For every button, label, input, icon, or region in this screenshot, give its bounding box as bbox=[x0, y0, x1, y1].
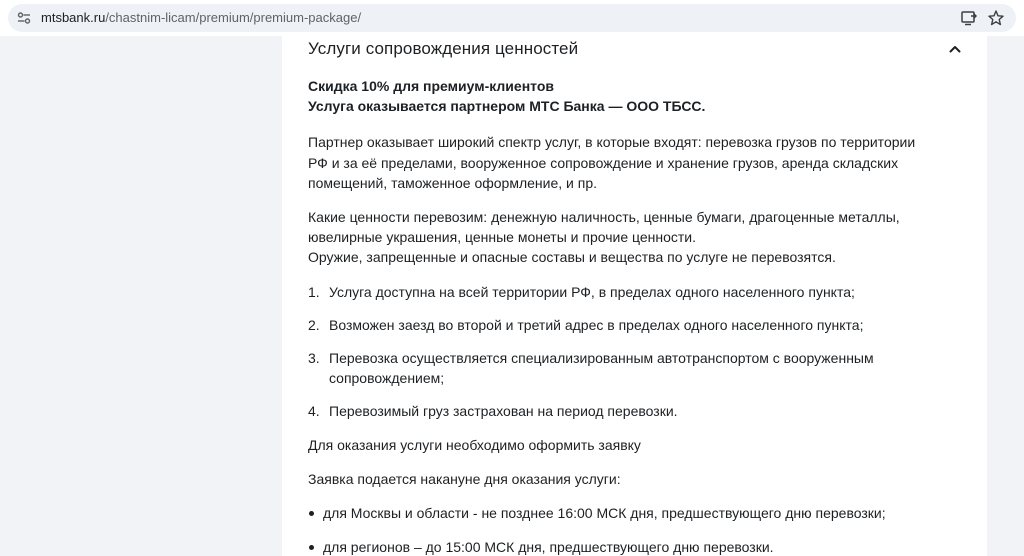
list-number: 3. bbox=[308, 350, 320, 367]
bullet-text: для Москвы и области - не позднее 16:00 … bbox=[323, 505, 886, 522]
accordion-content: Скидка 10% для премиум-клиентов Услуга о… bbox=[308, 76, 918, 556]
discount-line: Скидка 10% для премиум-клиентов bbox=[308, 78, 554, 94]
services-paragraph: Партнер оказывает широкий спектр услуг, … bbox=[308, 134, 916, 191]
conditions-list: 1. Услуга доступна на всей территории РФ,… bbox=[308, 282, 918, 422]
list-item: 2. Возможен заезд во второй и третий адре… bbox=[308, 315, 918, 335]
list-item: 4. Перевозимый груз застрахован на период… bbox=[308, 401, 918, 421]
application-note: Для оказания услуги необходимо оформить … bbox=[308, 436, 641, 453]
accordion-header[interactable]: Услуги сопровождения ценностей bbox=[308, 38, 963, 62]
bullet-dot bbox=[309, 545, 314, 551]
site-settings-icon[interactable] bbox=[16, 10, 32, 26]
bullet-text: для регионов – до 15:00 МСК дня, предшес… bbox=[323, 539, 774, 556]
chevron-up-icon[interactable] bbox=[947, 41, 963, 57]
bullet-item: для Москвы и области - не позднее 16:00 … bbox=[308, 503, 918, 523]
address-bar[interactable]: mtsbank.ru/chastnim-licam/premium/premiu… bbox=[8, 4, 1016, 32]
partner-line: Услуга оказывается партнером МТС Банка —… bbox=[308, 98, 706, 115]
list-text: Возможен заезд во второй и третий адрес … bbox=[329, 316, 864, 333]
browser-toolbar: mtsbank.ru/chastnim-licam/premium/premiu… bbox=[0, 0, 1024, 36]
url-text[interactable]: mtsbank.ru/chastnim-licam/premium/premiu… bbox=[41, 10, 361, 26]
bullet-item: для регионов – до 15:00 МСК дня, предшес… bbox=[308, 537, 918, 556]
section-title: Услуги сопровождения ценностей bbox=[308, 39, 579, 58]
list-number: 4. bbox=[308, 403, 320, 420]
services-accordion-card: Услуги сопровождения ценностей Скидка 10… bbox=[282, 36, 987, 556]
list-number: 2. bbox=[308, 316, 320, 333]
bullet-dot bbox=[309, 511, 314, 517]
list-text: Услуга доступна на всей территории РФ, в… bbox=[329, 283, 855, 300]
list-text: Перевозимый груз застрахован на период п… bbox=[329, 403, 678, 420]
restrictions-paragraph: Оружие, запрещенные и опасные составы и … bbox=[308, 249, 836, 266]
url-path: /chastnim-licam/premium/premium-package/ bbox=[105, 10, 362, 25]
url-host: mtsbank.ru bbox=[41, 10, 106, 25]
list-text: Перевозка осуществляется специализирован… bbox=[329, 350, 874, 387]
deadline-list: для Москвы и области - не позднее 16:00 … bbox=[308, 503, 918, 556]
bookmark-star-icon[interactable] bbox=[987, 9, 1005, 27]
list-number: 1. bbox=[308, 283, 320, 300]
values-paragraph: Какие ценности перевозим: денежную налич… bbox=[308, 209, 900, 246]
list-item: 3. Перевозка осуществляется специализиров… bbox=[308, 348, 918, 388]
install-app-icon[interactable] bbox=[960, 9, 978, 27]
list-item: 1. Услуга доступна на всей территории РФ,… bbox=[308, 282, 918, 302]
application-timing: Заявка подается накануне дня оказания ус… bbox=[308, 470, 621, 487]
